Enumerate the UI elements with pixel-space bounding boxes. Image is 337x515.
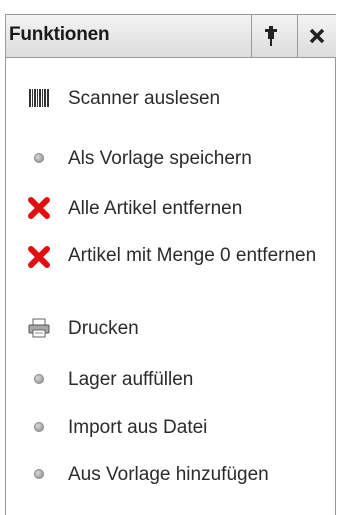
- red-x-icon: [26, 195, 52, 221]
- menu-item-refill-stock[interactable]: Lager auffüllen: [6, 363, 336, 395]
- menu-item-label: Lager auffüllen: [68, 369, 194, 390]
- barcode-icon: [26, 85, 52, 111]
- bullet-icon: [26, 461, 52, 487]
- close-button[interactable]: [297, 15, 335, 57]
- menu-item-print[interactable]: Drucken: [6, 312, 336, 344]
- menu-item-label: Scanner auslesen: [68, 88, 221, 109]
- menu-item-import-file[interactable]: Import aus Datei: [6, 411, 336, 443]
- red-x-icon: [26, 244, 52, 270]
- menu-item-label: Drucken: [68, 318, 139, 339]
- panel-header: Funktionen: [6, 14, 336, 58]
- menu-item-save-template[interactable]: Als Vorlage speichern: [6, 142, 336, 174]
- functions-panel: Funktionen Scanner auslesen Als Vorlage …: [5, 14, 336, 515]
- bullet-icon: [26, 145, 52, 171]
- menu-item-label: Aus Vorlage hinzufügen: [68, 464, 269, 485]
- menu-item-label: Artikel mit Menge 0 entfernen: [68, 245, 317, 266]
- pin-icon: [264, 26, 277, 46]
- menu-item-add-from-template[interactable]: Aus Vorlage hinzufügen: [6, 458, 336, 514]
- panel-title: Funktionen: [9, 24, 110, 45]
- menu-item-remove-zero-qty[interactable]: Artikel mit Menge 0 entfernen: [6, 239, 336, 295]
- bullet-icon: [26, 414, 52, 440]
- menu-item-scanner[interactable]: Scanner auslesen: [6, 80, 336, 116]
- menu-item-label: Import aus Datei: [68, 417, 208, 438]
- printer-icon: [26, 315, 52, 341]
- menu-item-remove-all[interactable]: Alle Artikel entfernen: [6, 191, 336, 223]
- menu-item-label: Alle Artikel entfernen: [68, 198, 243, 219]
- pin-button[interactable]: [251, 15, 289, 57]
- close-icon: [309, 28, 324, 44]
- menu-item-label: Als Vorlage speichern: [68, 148, 252, 169]
- bullet-icon: [26, 366, 52, 392]
